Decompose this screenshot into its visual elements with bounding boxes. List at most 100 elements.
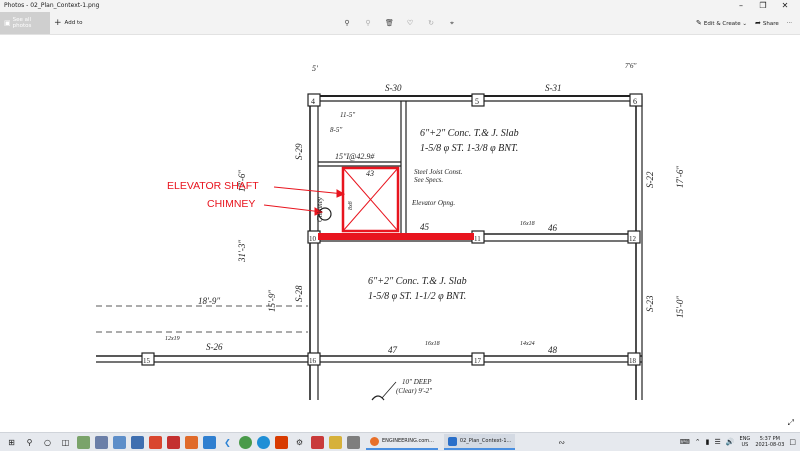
volume-icon[interactable]: 🔊	[726, 438, 735, 446]
column-6-label: 6	[633, 97, 637, 106]
settings-icon[interactable]: ⚙	[293, 436, 306, 449]
image-tools: ⚲ ⚲ 🗑 ♡ ↻ ⌖	[343, 12, 456, 34]
pen-icon[interactable]: ∾	[555, 436, 568, 449]
app-icon-7[interactable]	[185, 435, 198, 449]
app-icon-2[interactable]	[95, 435, 108, 449]
side-15-9: 15'-9"	[267, 290, 277, 312]
edge-icon[interactable]	[257, 435, 270, 449]
slab-upper-line-2: 1-5/8 φ ST. 1-3/8 φ BNT.	[420, 143, 518, 154]
vscode-icon[interactable]: ❮	[221, 436, 234, 449]
task-engineering-label: ENGINEERING.com...	[382, 438, 434, 444]
beam-16x18-label: 16x18	[520, 221, 535, 227]
chevron-up-icon[interactable]: ⌃	[695, 438, 701, 446]
app-icon-3[interactable]	[113, 435, 126, 449]
firefox-icon	[370, 436, 379, 446]
office-icon[interactable]	[275, 435, 288, 449]
edit-create-button[interactable]: ✎ Edit & Create ⌄	[696, 19, 747, 27]
right-tools: ✎ Edit & Create ⌄ ➦ Share ···	[696, 12, 792, 34]
photos-toolbar: ▣ See all photos + Add to ⚲ ⚲ 🗑 ♡ ↻ ⌖ ✎ E…	[0, 12, 800, 35]
app-icon-11[interactable]	[347, 435, 360, 449]
cortana-icon[interactable]: ○	[41, 436, 54, 449]
edit-icon: ✎	[696, 19, 702, 27]
delete-icon[interactable]: 🗑	[385, 19, 394, 27]
image-canvas: 5' 7'6" S-30 S-31 4 5 6 10 11 12 15 16 1…	[0, 35, 800, 432]
zoom-out-icon[interactable]: ⚲	[364, 19, 372, 27]
beam-s26-label: S-26	[206, 342, 223, 352]
beam-47-label: 47	[388, 345, 398, 355]
app-icon-4[interactable]	[131, 435, 144, 449]
fullscreen-expand-icon[interactable]: ⤢	[788, 418, 794, 428]
keyboard-icon[interactable]: ⌨	[680, 438, 690, 446]
beam-16x18-b-label: 16x18	[425, 341, 440, 347]
chrome-icon[interactable]	[239, 435, 252, 449]
column-11-label: 11	[474, 235, 481, 243]
minimize-icon[interactable]: –	[730, 0, 752, 12]
plus-icon: +	[54, 18, 62, 28]
side-s28: S-28	[294, 285, 304, 302]
more-button[interactable]: ···	[787, 20, 792, 26]
add-to-label: Add to	[64, 20, 83, 26]
zoom-in-icon[interactable]: ⚲	[343, 19, 351, 27]
column-18-label: 18	[629, 357, 637, 365]
elevator-opening-label: Elevator Opng.	[411, 199, 455, 207]
photos-icon: ▣	[4, 19, 11, 27]
favorite-icon[interactable]: ♡	[406, 19, 414, 27]
app-icon-1[interactable]	[77, 435, 90, 449]
chimney-arrow	[263, 204, 323, 213]
dim-8-5: 8-5"	[330, 126, 342, 134]
app-icon-6[interactable]	[167, 435, 180, 449]
share-button[interactable]: ➦ Share	[755, 19, 779, 27]
language-indicator[interactable]: ENG US	[740, 436, 751, 448]
shaft-number: 43	[366, 169, 374, 178]
steel-joist-line-2: See Specs.	[414, 176, 443, 184]
beam-12x19-label: 12x19	[165, 336, 180, 342]
elevator-arrow	[273, 186, 345, 195]
beam-46-label: 46	[548, 223, 558, 233]
taskbar-task-engineering[interactable]: ENGINEERING.com...	[366, 434, 438, 450]
deep-line-2: (Clear) 9'-2"	[396, 387, 432, 395]
windows-start-icon[interactable]: ⊞	[5, 436, 18, 449]
clock[interactable]: 5:37 PM 2021-08-03	[755, 436, 784, 448]
dim-top-right: 7'6"	[625, 62, 636, 70]
steel-joist-line-1: Steel Joist Const.	[414, 168, 463, 176]
task-view-icon[interactable]: ◫	[59, 436, 72, 449]
taskbar-task-photos[interactable]: 02_Plan_Context-1...	[443, 434, 516, 450]
notifications-icon[interactable]: □	[789, 438, 796, 446]
battery-icon[interactable]: ▮	[706, 438, 710, 446]
close-icon[interactable]: ✕	[774, 0, 796, 12]
app-icon-9[interactable]	[311, 435, 324, 449]
deep-leader	[381, 381, 397, 399]
side-s22: S-22	[645, 171, 655, 188]
rotate-icon[interactable]: ↻	[427, 19, 435, 27]
slab-lower-line-2: 1-5/8 φ ST. 1-1/2 φ BNT.	[368, 291, 466, 302]
deep-line-1: 10" DEEP	[402, 378, 432, 386]
clock-date: 2021-08-03	[755, 442, 785, 448]
chimney-handwritten: Chimney	[316, 196, 324, 222]
elevator-shaft-annotation: ELEVATOR SHAFT	[167, 180, 259, 192]
side-31-3: 31'-3"	[237, 240, 247, 263]
annotation-arrows	[263, 186, 346, 216]
beam-45-highlight	[318, 233, 474, 240]
column-4-label: 4	[311, 97, 315, 106]
network-icon[interactable]: ☰	[715, 438, 721, 446]
column-16-label: 16	[309, 357, 317, 365]
crop-icon[interactable]: ⌖	[448, 19, 456, 28]
app-icon-10[interactable]	[329, 435, 342, 449]
slab-upper-line-1: 6"+2" Conc. T.& J. Slab	[420, 128, 519, 139]
column-15-label: 15	[143, 357, 151, 365]
column-5-label: 5	[475, 97, 479, 106]
photos-app-icon	[447, 436, 457, 446]
column-10-label: 10	[309, 235, 317, 243]
app-icon-5[interactable]	[149, 435, 162, 449]
restore-icon[interactable]: ❐	[752, 0, 774, 12]
see-all-photos-label: See all photos	[12, 17, 32, 29]
side-15-0: 15'-0"	[675, 296, 685, 318]
beam-15i-label: 15"I@42.9#	[335, 152, 375, 161]
add-to-button[interactable]: + Add to	[54, 12, 82, 34]
app-icon-8[interactable]	[203, 435, 216, 449]
search-icon[interactable]: ⚲	[23, 436, 36, 449]
side-s29: S-29	[294, 143, 304, 160]
beam-45-label: 45	[420, 222, 430, 232]
see-all-photos-button[interactable]: ▣ See all photos	[0, 12, 50, 34]
column-12-label: 12	[629, 235, 637, 243]
